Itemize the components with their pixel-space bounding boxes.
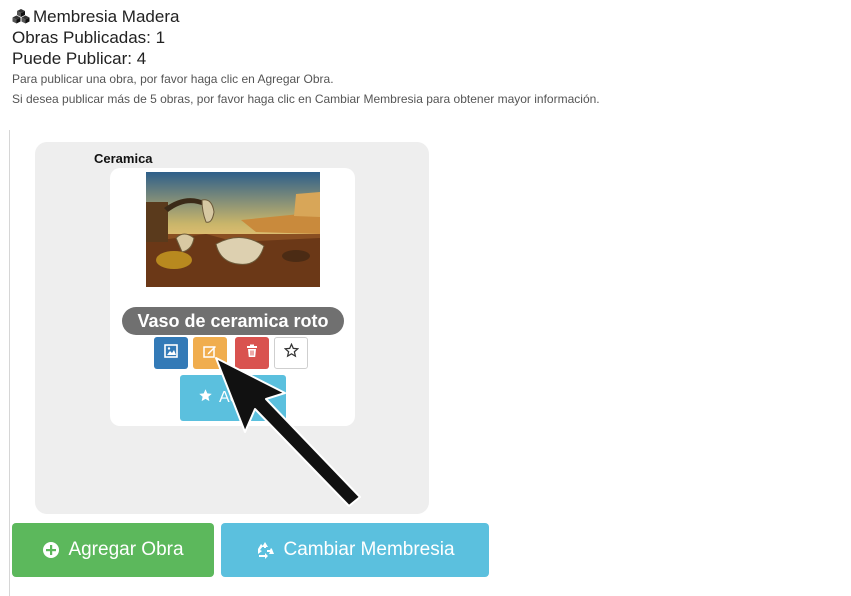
trash-icon <box>245 344 259 363</box>
membership-line: Membresia Madera <box>12 6 600 27</box>
star-outline-icon <box>283 342 299 363</box>
add-work-button[interactable]: Agregar Obra <box>12 523 214 577</box>
membership-header: Membresia Madera Obras Publicadas: 1 Pue… <box>12 6 600 109</box>
cubes-icon <box>12 8 30 24</box>
left-divider <box>9 130 10 596</box>
add-work-label: Agregar Obra <box>68 539 184 560</box>
recycle-icon <box>255 541 275 559</box>
edit-icon <box>203 344 217 363</box>
feature-work-button[interactable]: Ac <box>180 375 286 421</box>
work-caption: Vaso de ceramica roto <box>122 307 344 335</box>
membership-name: Membresia Madera <box>33 7 180 26</box>
plus-circle-icon <box>42 541 60 559</box>
star-icon <box>198 388 213 408</box>
info-text-membership: Si desea publicar más de 5 obras, por fa… <box>12 92 600 106</box>
published-count: Obras Publicadas: 1 <box>12 28 166 47</box>
edit-work-button[interactable] <box>193 337 227 369</box>
view-image-button[interactable] <box>154 337 188 369</box>
delete-work-button[interactable] <box>235 337 269 369</box>
change-membership-button[interactable]: Cambiar Membresia <box>221 523 489 577</box>
favorite-work-button[interactable] <box>274 337 308 369</box>
feature-button-label: Ac <box>219 389 238 406</box>
artwork-image[interactable] <box>146 172 320 287</box>
info-text-add: Para publicar una obra, por favor haga c… <box>12 72 334 86</box>
can-publish-count: Puede Publicar: 4 <box>12 49 147 68</box>
change-membership-label: Cambiar Membresia <box>283 539 455 560</box>
category-title: Ceramica <box>94 151 153 166</box>
image-icon <box>164 343 178 363</box>
